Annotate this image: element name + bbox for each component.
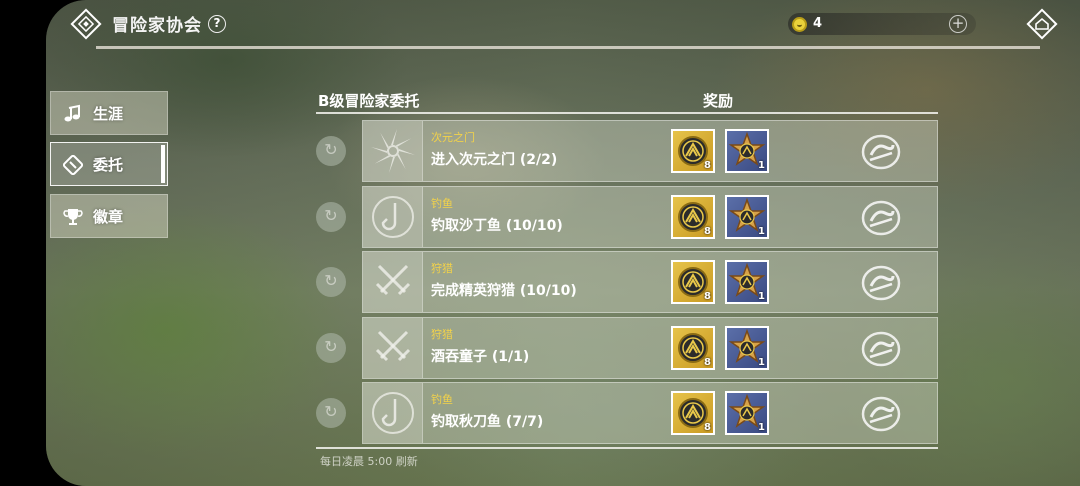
reward-qty: 1 xyxy=(758,160,765,171)
reward-qty: 8 xyxy=(704,291,711,302)
coin-icon xyxy=(792,17,807,32)
home-icon xyxy=(1026,8,1058,40)
task-name: 酒吞童子 (1/1) xyxy=(431,348,530,365)
reward-qty: 8 xyxy=(704,422,711,433)
currency-amount: 4 xyxy=(813,16,823,31)
commission-row[interactable]: 次元之门进入次元之门 (2/2) 8 1 xyxy=(362,120,938,182)
reward-gold-coin[interactable]: 8 xyxy=(671,325,715,370)
crossed-swords-icon xyxy=(363,317,423,378)
tab-commission[interactable]: 委托 xyxy=(50,142,168,186)
commission-row[interactable]: 狩猎完成精英狩猎 (10/10) 8 1 xyxy=(362,251,938,313)
reward-gold-coin[interactable]: 8 xyxy=(671,260,715,304)
back-diamond-icon xyxy=(70,8,102,40)
task-category: 狩猎 xyxy=(431,262,453,275)
commission-list-title: B级冒险家委托 xyxy=(318,92,420,110)
completed-stamp-icon xyxy=(861,264,901,302)
shuriken-icon xyxy=(363,121,423,181)
add-currency-button[interactable]: + xyxy=(949,15,967,33)
refresh-note: 每日凌晨 5:00 刷新 xyxy=(320,455,418,468)
task-name: 钓取沙丁鱼 (10/10) xyxy=(431,217,563,234)
tab-career-label: 生涯 xyxy=(93,105,124,123)
top-bar: 冒险家协会 ? 4 + xyxy=(46,0,1080,49)
task-category: 狩猎 xyxy=(431,327,453,341)
completed-stamp-icon xyxy=(861,395,901,433)
tab-badges[interactable]: 徽章 xyxy=(50,194,168,238)
row-refresh-button[interactable] xyxy=(316,332,346,363)
reward-badge[interactable]: 1 xyxy=(725,391,769,435)
reward-gold-coin[interactable]: 8 xyxy=(671,194,715,239)
header-divider xyxy=(316,112,938,114)
row-refresh-button[interactable] xyxy=(316,398,346,428)
reward-badge[interactable]: 1 xyxy=(725,129,769,173)
row-refresh-button[interactable] xyxy=(316,136,346,166)
reward-gold-coin[interactable]: 8 xyxy=(671,129,715,173)
task-name: 钓取秋刀鱼 (7/7) xyxy=(431,414,544,430)
page-title: 冒险家协会 xyxy=(112,16,202,36)
music-note-icon xyxy=(64,104,80,122)
tab-commission-label: 委托 xyxy=(93,156,124,174)
commission-row[interactable]: 钓鱼钓取秋刀鱼 (7/7) 8 1 xyxy=(362,382,938,444)
reward-qty: 1 xyxy=(758,291,765,302)
completed-stamp-icon xyxy=(861,133,901,171)
ticket-icon xyxy=(63,155,83,175)
task-name: 进入次元之门 (2/2) xyxy=(431,152,558,168)
row-refresh-button[interactable] xyxy=(316,267,346,297)
fishhook-icon xyxy=(363,186,423,247)
completed-stamp-icon xyxy=(861,330,901,368)
reward-qty: 1 xyxy=(758,225,765,237)
fishhook-icon xyxy=(363,383,423,443)
commission-row[interactable]: 狩猎酒吞童子 (1/1) 8 1 xyxy=(362,316,938,379)
commission-row[interactable]: 钓鱼钓取沙丁鱼 (10/10) 8 1 xyxy=(362,185,938,248)
tab-career[interactable]: 生涯 xyxy=(50,91,168,135)
crossed-swords-icon xyxy=(363,252,423,312)
row-refresh-button[interactable] xyxy=(316,201,346,232)
reward-qty: 1 xyxy=(758,356,765,368)
help-button[interactable]: ? xyxy=(208,15,226,33)
task-category: 次元之门 xyxy=(431,131,475,144)
reward-column-header: 奖励 xyxy=(703,92,734,110)
completed-stamp-icon xyxy=(861,199,901,237)
reward-qty: 8 xyxy=(704,160,711,171)
home-button[interactable] xyxy=(1026,8,1058,40)
back-button[interactable] xyxy=(70,8,102,40)
reward-badge[interactable]: 1 xyxy=(725,194,769,239)
task-category: 钓鱼 xyxy=(431,196,453,210)
currency-display: 4 + xyxy=(788,13,976,35)
reward-qty: 8 xyxy=(704,356,711,368)
task-category: 钓鱼 xyxy=(431,393,453,406)
footer-divider xyxy=(316,447,938,449)
reward-qty: 1 xyxy=(758,422,765,433)
trophy-icon xyxy=(63,209,83,225)
task-name: 完成精英狩猎 (10/10) xyxy=(431,283,577,299)
reward-badge[interactable]: 1 xyxy=(725,260,769,304)
reward-badge[interactable]: 1 xyxy=(725,325,769,370)
tab-badges-label: 徽章 xyxy=(93,208,124,226)
reward-qty: 8 xyxy=(704,225,711,237)
reward-gold-coin[interactable]: 8 xyxy=(671,391,715,435)
top-divider xyxy=(96,46,1040,49)
